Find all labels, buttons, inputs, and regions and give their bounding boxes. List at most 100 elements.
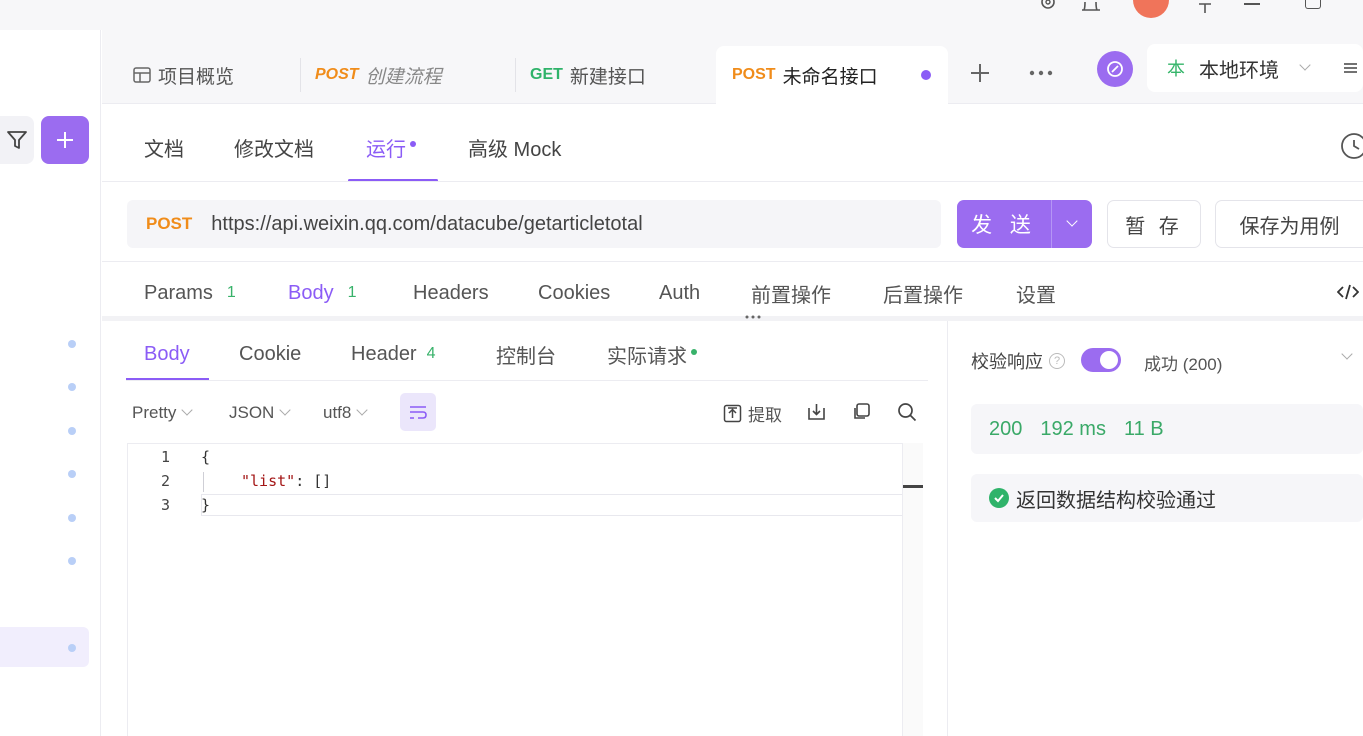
request-method[interactable]: POST (146, 214, 192, 234)
method-badge: POST (315, 66, 359, 83)
tab-pre-processors[interactable]: 前置操作 (751, 278, 831, 308)
tree-item-dot[interactable] (68, 383, 76, 391)
tab-count: 4 (426, 345, 436, 362)
status-code: 200 (989, 417, 1023, 440)
filter-button[interactable] (0, 116, 34, 164)
resp-tab-header[interactable]: Header 4 (351, 338, 436, 370)
request-url[interactable]: https://api.weixin.qq.com/datacube/getar… (211, 213, 642, 236)
code-view-icon[interactable] (1337, 284, 1359, 300)
url-bar[interactable]: POST https://api.weixin.qq.com/datacube/… (127, 200, 941, 248)
tab-label: Header (351, 342, 417, 365)
filter-icon (7, 131, 27, 149)
send-button[interactable]: 发 送 (957, 200, 1051, 248)
chevron-down-icon (1299, 59, 1311, 71)
divider (102, 261, 1363, 262)
tree-item-dot[interactable] (68, 644, 76, 652)
response-time: 192 ms (1040, 417, 1106, 440)
tree-item-dot[interactable] (68, 427, 76, 435)
tab-create-flow[interactable]: POST 创建流程 (315, 46, 442, 104)
chevron-down-icon[interactable] (1341, 348, 1353, 366)
tree-item-dot[interactable] (68, 514, 76, 522)
tab-label: Params (144, 281, 213, 304)
response-size: 11 B (1123, 417, 1164, 440)
tab-params[interactable]: Params 1 (144, 278, 236, 308)
line-number: 1 (160, 448, 170, 466)
settings-icon[interactable] (1038, 0, 1058, 14)
notification-bell-icon[interactable] (1080, 0, 1102, 14)
tab-auth[interactable]: Auth (659, 278, 700, 308)
validate-toggle[interactable] (1081, 348, 1121, 372)
tab-new-endpoint[interactable]: GET 新建接口 (530, 46, 646, 104)
wrap-toggle-button[interactable] (400, 393, 436, 431)
validate-label-text: 校验响应 (971, 352, 1043, 372)
unsaved-dot (921, 70, 931, 80)
content-type-value: JSON (229, 403, 275, 422)
tab-cookies[interactable]: Cookies (538, 278, 610, 308)
tab-project-overview[interactable]: 项目概览 (132, 46, 234, 104)
response-editor[interactable]: 1 2 3 { "list": [] } (127, 443, 923, 736)
add-button[interactable] (41, 116, 89, 164)
history-icon[interactable] (1340, 132, 1363, 160)
new-tab-plus-icon[interactable] (969, 62, 991, 84)
tab-doc[interactable]: 文档 (144, 130, 184, 164)
validate-status-select[interactable]: 成功 (200) (1144, 350, 1222, 375)
search-icon[interactable] (897, 402, 917, 422)
help-icon[interactable]: ? (1049, 353, 1065, 369)
resp-tab-console[interactable]: 控制台 (496, 338, 556, 370)
validation-panel (947, 321, 1363, 736)
json-value: : [] (295, 472, 332, 490)
tab-unnamed-endpoint[interactable]: POST 未命名接口 (716, 46, 948, 104)
divider (102, 181, 1363, 182)
response-stats: 200 192 ms 11 B (971, 404, 1363, 454)
tab-edit-doc[interactable]: 修改文档 (234, 130, 314, 164)
content-type-select[interactable]: JSON (229, 400, 292, 426)
more-tabs-icon[interactable] (1029, 70, 1053, 76)
current-line-highlight (201, 494, 922, 516)
tab-run[interactable]: 运行 (366, 130, 416, 164)
code-line: { (201, 448, 211, 466)
save-button[interactable]: 暂 存 (1107, 200, 1201, 248)
view-mode-value: Pretty (132, 403, 177, 422)
sync-button[interactable] (1097, 51, 1133, 87)
editor-scrollbar[interactable] (902, 443, 923, 736)
resp-tab-actual-request[interactable]: 实际请求 (607, 338, 697, 370)
chevron-down-icon (279, 404, 292, 416)
tree-item-dot[interactable] (68, 470, 76, 478)
save-as-case-button[interactable]: 保存为用例 (1215, 200, 1363, 248)
tab-headers[interactable]: Headers (413, 278, 489, 308)
tree-item-dot[interactable] (68, 557, 76, 565)
environment-selector[interactable]: 本 本地环境 (1147, 44, 1363, 92)
menu-icon[interactable] (1343, 61, 1357, 75)
tree-item-dot[interactable] (68, 340, 76, 348)
validation-result: 返回数据结构校验通过 (971, 474, 1363, 522)
minimize-icon[interactable] (1244, 3, 1260, 5)
tab-body[interactable]: Body 1 (288, 278, 357, 308)
line-number: 3 (160, 496, 170, 514)
method-badge: GET (530, 66, 563, 83)
tab-count: 1 (347, 284, 357, 301)
copy-icon[interactable] (852, 402, 871, 421)
resp-tab-body[interactable]: Body (144, 338, 190, 370)
divider (126, 380, 928, 381)
tab-advanced-mock[interactable]: 高级 Mock (468, 130, 561, 164)
download-icon[interactable] (807, 402, 826, 421)
tab-label: 未命名接口 (782, 66, 878, 88)
chevron-down-icon (181, 404, 194, 416)
chevron-down-icon (1066, 215, 1078, 227)
tab-label: 新建接口 (569, 66, 646, 88)
check-circle-icon (989, 488, 1009, 508)
maximize-icon[interactable] (1305, 0, 1321, 9)
extract-button[interactable]: 提取 (723, 400, 782, 426)
tab-post-processors[interactable]: 后置操作 (883, 278, 963, 308)
line-number: 2 (160, 472, 170, 490)
send-dropdown-button[interactable] (1051, 200, 1092, 248)
scrollbar-thumb[interactable] (903, 485, 923, 488)
pin-icon[interactable] (1195, 0, 1215, 14)
tab-settings[interactable]: 设置 (1016, 278, 1056, 308)
tab-count: 1 (226, 284, 236, 301)
view-mode-select[interactable]: Pretty (132, 400, 194, 426)
resp-tab-cookie[interactable]: Cookie (239, 338, 301, 370)
encoding-select[interactable]: utf8 (323, 400, 369, 426)
drag-handle-icon[interactable] (745, 315, 761, 319)
extract-icon (723, 404, 742, 422)
